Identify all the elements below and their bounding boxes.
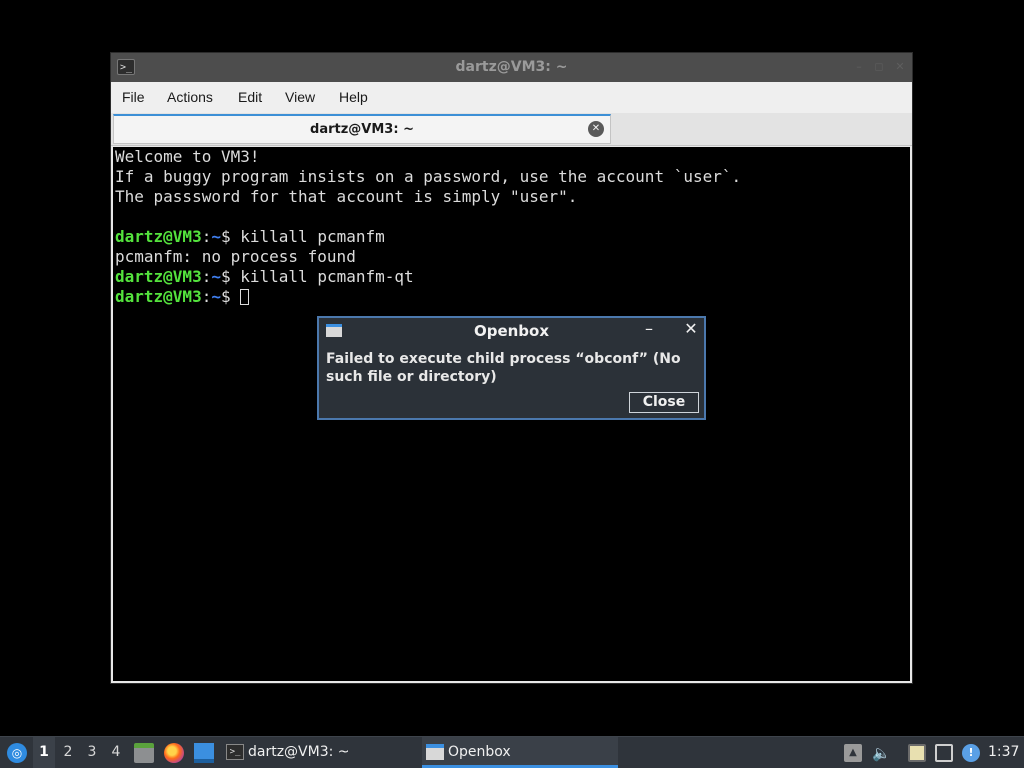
- file-manager-icon[interactable]: [134, 743, 154, 763]
- prompt-line: dartz@VM3:~$ killall pcmanfm-qt: [115, 267, 414, 287]
- dialog-minimize-button[interactable]: –: [641, 320, 657, 338]
- lxqt-logo-icon: ◎: [7, 743, 27, 763]
- tab-terminal[interactable]: dartz@VM3: ~ ✕: [113, 114, 611, 144]
- tab-close-icon[interactable]: ✕: [588, 121, 604, 137]
- prompt-separator: :: [201, 287, 212, 306]
- prompt-symbol: $: [220, 287, 241, 306]
- show-desktop-icon[interactable]: [194, 743, 214, 763]
- menu-help[interactable]: Help: [339, 89, 368, 105]
- clipboard-icon[interactable]: [908, 744, 926, 762]
- volume-icon[interactable]: 🔈: [872, 744, 891, 762]
- maximize-button[interactable]: ◻: [871, 59, 887, 75]
- text-cursor: [240, 289, 250, 305]
- window-icon: [426, 744, 444, 760]
- prompt-path: ~: [211, 287, 221, 306]
- minimize-button[interactable]: –: [851, 59, 867, 75]
- desktop-4-button[interactable]: 4: [105, 737, 127, 768]
- desktop-3-button[interactable]: 3: [81, 737, 103, 768]
- clock[interactable]: 1:37: [988, 744, 1019, 760]
- menu-bar: File Actions Edit View Help: [111, 82, 912, 114]
- close-button[interactable]: ✕: [892, 59, 908, 75]
- eject-icon[interactable]: ▲: [844, 744, 862, 762]
- menu-actions[interactable]: Actions: [167, 89, 213, 105]
- task-label: Openbox: [448, 744, 511, 760]
- tab-bar: dartz@VM3: ~ ✕: [111, 113, 912, 146]
- window-title: dartz@VM3: ~: [455, 59, 568, 75]
- prompt-user: dartz@VM3: [115, 287, 202, 306]
- menu-file[interactable]: File: [122, 89, 145, 105]
- prompt-symbol: $: [220, 227, 241, 246]
- prompt-path: ~: [211, 267, 221, 286]
- prompt-user: dartz@VM3: [115, 267, 202, 286]
- notification-icon[interactable]: !: [962, 744, 980, 762]
- menu-edit[interactable]: Edit: [238, 89, 262, 105]
- desktop-2-button[interactable]: 2: [57, 737, 79, 768]
- prompt-line: dartz@VM3:~$ killall pcmanfm: [115, 227, 385, 247]
- output-line: pcmanfm: no process found: [115, 247, 356, 266]
- start-menu-button[interactable]: ◎: [2, 737, 30, 768]
- terminal-titlebar[interactable]: >_ dartz@VM3: ~ – ◻ ✕: [111, 53, 912, 82]
- network-icon[interactable]: [935, 744, 953, 762]
- output-line: If a buggy program insists on a password…: [115, 167, 742, 186]
- close-button[interactable]: Close: [629, 392, 699, 413]
- openbox-error-dialog: Openbox – ✕ Failed to execute child proc…: [317, 316, 706, 420]
- taskbar-task-openbox[interactable]: Openbox: [422, 737, 618, 768]
- command-text: killall pcmanfm-qt: [240, 267, 414, 286]
- prompt-symbol: $: [220, 267, 241, 286]
- command-text: killall pcmanfm: [240, 227, 385, 246]
- prompt-separator: :: [201, 227, 212, 246]
- taskbar-task-terminal[interactable]: >_ dartz@VM3: ~: [222, 737, 418, 768]
- dialog-titlebar[interactable]: Openbox – ✕: [319, 318, 704, 344]
- dialog-close-icon[interactable]: ✕: [683, 320, 699, 338]
- tab-label: dartz@VM3: ~: [310, 122, 414, 137]
- output-line: Welcome to VM3!: [115, 147, 260, 166]
- prompt-line: dartz@VM3:~$: [115, 287, 250, 307]
- prompt-path: ~: [211, 227, 221, 246]
- firefox-icon[interactable]: [164, 743, 184, 763]
- terminal-icon: >_: [226, 744, 244, 760]
- menu-view[interactable]: View: [285, 89, 315, 105]
- task-label: dartz@VM3: ~: [248, 744, 350, 760]
- taskbar: ◎ 1 2 3 4 >_ dartz@VM3: ~ Openbox ▲ 🔈 ! …: [0, 736, 1024, 768]
- output-line: The passsword for that account is simply…: [115, 187, 578, 206]
- prompt-separator: :: [201, 267, 212, 286]
- prompt-user: dartz@VM3: [115, 227, 202, 246]
- dialog-message: Failed to execute child process “obconf”…: [326, 351, 681, 385]
- desktop-1-button[interactable]: 1: [33, 737, 55, 768]
